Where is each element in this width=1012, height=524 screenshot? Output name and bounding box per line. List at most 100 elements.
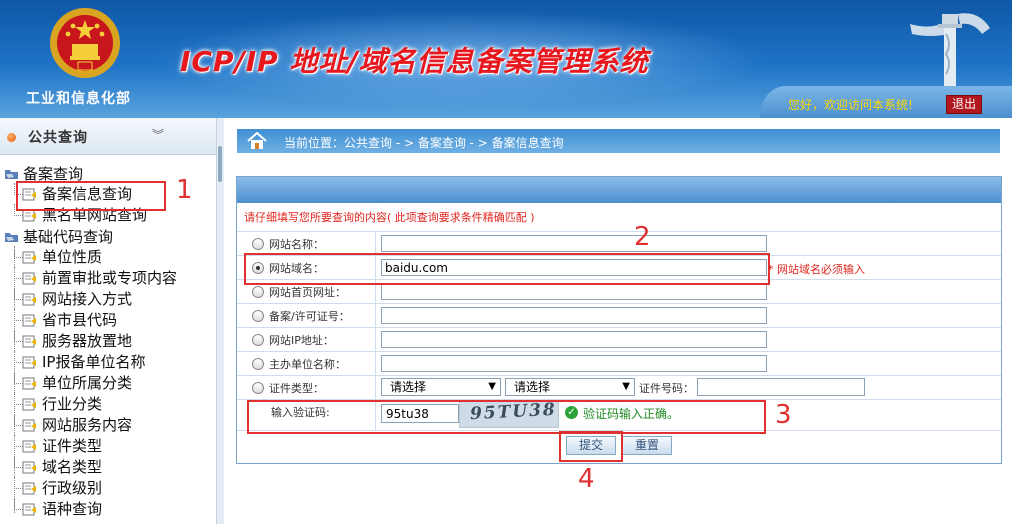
document-icon — [22, 461, 36, 474]
radio-site-name[interactable] — [252, 238, 264, 250]
sidebar-splitter[interactable] — [216, 118, 224, 524]
sidebar-item-label: 单位性质 — [42, 248, 103, 266]
sidebar-item-label: 备案信息查询 — [42, 185, 133, 203]
field-row-site-name: 网站名称： — [237, 231, 1001, 255]
document-icon — [22, 356, 36, 369]
document-icon — [22, 335, 36, 348]
header-banner: 工业和信息化部 ICP/IP 地址/域名信息备案管理系统 您好，欢迎访问本系统!… — [0, 0, 1012, 118]
sidebar-item-label: 前置审批或专项内容 — [42, 269, 178, 287]
sidebar-item-region-code[interactable]: 省市县代码 — [14, 309, 118, 330]
sidebar-item-ip-unit-name[interactable]: IP报备单位名称 — [14, 351, 146, 372]
field-row-captcha: 输入验证码: 95TU38 ✓ 验证码输入正确。 — [237, 399, 1001, 430]
field-row-homepage-url: 网站首页网址： — [237, 279, 1001, 303]
submit-button[interactable]: 提交 — [566, 436, 616, 455]
document-icon — [22, 209, 36, 222]
sidebar-item-label: 省市县代码 — [42, 311, 118, 329]
sidebar-title: 公共查询 — [28, 130, 88, 146]
sidebar-item-label: 证件类型 — [42, 437, 103, 455]
sidebar-item-cert-type[interactable]: 证件类型 — [14, 435, 103, 456]
sidebar-item-label: 网站接入方式 — [42, 290, 133, 308]
breadcrumb-text: 当前位置：公共查询 - > 备案查询 - > 备案信息查询 — [284, 136, 564, 150]
welcome-text: 您好，欢迎访问本系统! — [788, 98, 913, 112]
captcha-image-text: 95TU38 — [469, 400, 558, 425]
annotation-number-2: 2 — [634, 222, 651, 252]
reset-button[interactable]: 重置 — [622, 436, 672, 455]
sidebar-item-label: 语种查询 — [42, 500, 103, 518]
cert-number-input[interactable] — [697, 378, 865, 396]
document-icon — [22, 272, 36, 285]
check-circle-icon: ✓ — [565, 406, 578, 419]
radio-cert-type[interactable] — [252, 382, 264, 394]
cert-type-select[interactable]: 请选择 ▼ — [381, 378, 501, 396]
sidebar-item-label: 域名类型 — [42, 458, 103, 476]
domain-input[interactable] — [381, 259, 767, 276]
double-chevron-down-icon[interactable]: ︾ — [152, 126, 164, 143]
sidebar-item-label: 黑名单网站查询 — [42, 206, 148, 224]
field-label: 证件类型： — [269, 382, 324, 395]
document-icon — [22, 419, 36, 432]
field-row-domain: 网站域名： * 网站域名必须输入 — [237, 255, 1001, 279]
sidebar-item-label: 行业分类 — [42, 395, 103, 413]
sidebar-item-industry[interactable]: 行业分类 — [14, 393, 103, 414]
radio-license-no[interactable] — [252, 310, 264, 322]
sidebar-item-pre-approval[interactable]: 前置审批或专项内容 — [14, 267, 178, 288]
folder-group-icon — [5, 233, 18, 242]
required-note: * 网站域名必须输入 — [768, 263, 865, 276]
tree-group-label: 基础代码查询 — [23, 228, 114, 246]
sidebar-item-unit-nature[interactable]: 单位性质 — [14, 246, 103, 267]
field-label: 主办单位名称： — [269, 358, 346, 371]
field-label: 备案/许可证号： — [269, 310, 350, 323]
sidebar-item-language[interactable]: 语种查询 — [14, 498, 103, 519]
national-emblem-icon — [50, 8, 120, 78]
ministry-name: 工业和信息化部 — [26, 91, 131, 107]
sidebar-item-blacklist-query[interactable]: 黑名单网站查询 — [14, 204, 148, 225]
radio-domain[interactable] — [252, 262, 264, 274]
captcha-image[interactable]: 95TU38 — [459, 400, 559, 428]
captcha-input[interactable] — [381, 404, 459, 423]
tree-group-base-code-query[interactable]: 基础代码查询 — [4, 226, 113, 247]
orange-dot-icon — [7, 133, 16, 142]
sidebar-item-service-content[interactable]: 网站服务内容 — [14, 414, 132, 435]
sidebar-item-unit-category[interactable]: 单位所属分类 — [14, 372, 133, 393]
sponsor-name-input[interactable] — [381, 355, 767, 372]
sidebar-item-admin-level[interactable]: 行政级别 — [14, 477, 102, 498]
annotation-number-3: 3 — [775, 400, 792, 430]
splitter-grip[interactable] — [218, 146, 222, 182]
annotation-number-4: 4 — [578, 464, 595, 494]
sidebar-item-record-info-query[interactable]: 备案信息查询 — [14, 183, 133, 204]
cert-number-label: 证件号码： — [639, 382, 694, 395]
field-label: 网站名称： — [269, 238, 324, 251]
field-row-license-no: 备案/许可证号： — [237, 303, 1001, 327]
select-value: 请选择 — [390, 380, 427, 394]
tree-group-record-query[interactable]: 备案查询 — [4, 163, 83, 184]
sidebar-item-access-method[interactable]: 网站接入方式 — [14, 288, 133, 309]
sidebar-item-label: IP报备单位名称 — [42, 353, 146, 371]
row-divider — [237, 430, 1001, 431]
sidebar-item-domain-type[interactable]: 域名类型 — [14, 456, 103, 477]
radio-homepage-url[interactable] — [252, 286, 264, 298]
captcha-label: 输入验证码: — [271, 406, 330, 419]
sidebar-item-label: 单位所属分类 — [42, 374, 133, 392]
sidebar-item-server-location[interactable]: 服务器放置地 — [14, 330, 132, 351]
query-panel: 请仔细填写您所要查询的内容( 此项查询要求条件精确匹配 ) 网站名称： 网站域名… — [236, 176, 1002, 464]
radio-sponsor-name[interactable] — [252, 358, 264, 370]
sidebar-header[interactable]: 公共查询 ︾ — [0, 118, 216, 155]
field-row-sponsor-name: 主办单位名称： — [237, 351, 1001, 375]
site-name-input[interactable] — [381, 235, 767, 252]
cert-subtype-select[interactable]: 请选择 ▼ — [505, 378, 635, 396]
document-icon — [22, 482, 36, 495]
radio-site-ip[interactable] — [252, 334, 264, 346]
annotation-number-1: 1 — [176, 175, 193, 205]
home-icon[interactable] — [246, 132, 268, 150]
document-icon — [22, 398, 36, 411]
document-icon — [22, 188, 36, 201]
site-ip-input[interactable] — [381, 331, 767, 348]
logout-button[interactable]: 退出 — [946, 95, 982, 114]
field-label: 网站首页网址： — [269, 286, 346, 299]
document-icon — [22, 251, 36, 264]
document-icon — [22, 377, 36, 390]
license-no-input[interactable] — [381, 307, 767, 324]
homepage-url-input[interactable] — [381, 283, 767, 300]
query-hint: 请仔细填写您所要查询的内容( 此项查询要求条件精确匹配 ) — [244, 211, 535, 224]
field-label: 网站IP地址： — [269, 334, 334, 347]
